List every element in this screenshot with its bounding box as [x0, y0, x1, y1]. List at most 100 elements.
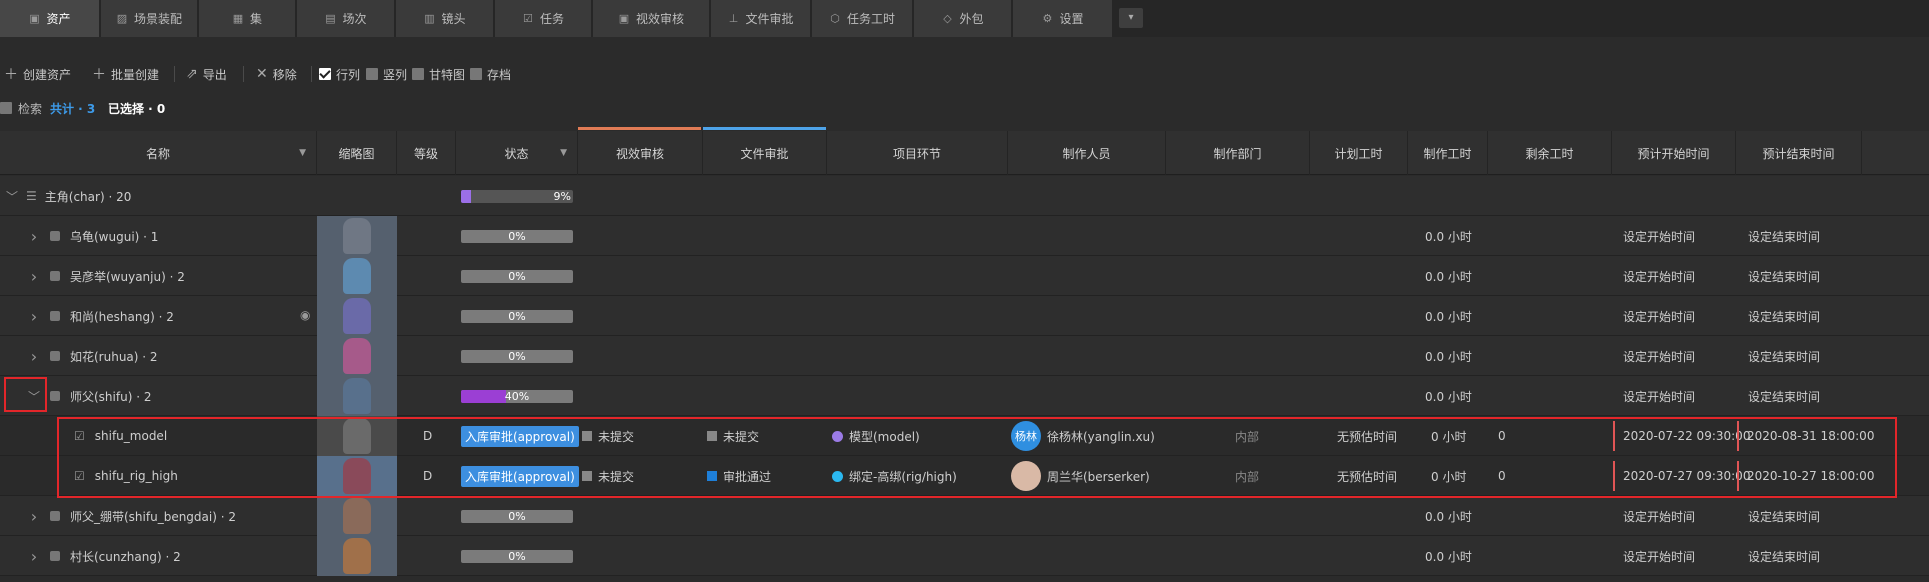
- sort-down-icon[interactable]: ▼: [299, 148, 306, 158]
- tab-2[interactable]: ▦ 集: [199, 0, 296, 37]
- tab-8[interactable]: ⬡ 任务工时: [812, 0, 913, 37]
- asset-row[interactable]: ﹀ 师父(shifu) · 2 40% 0.0 小时 设定开始时间 设定结束时间: [0, 376, 1929, 416]
- eye-icon[interactable]: ◉: [300, 308, 310, 322]
- tab-9[interactable]: ◇ 外包: [914, 0, 1012, 37]
- tab-1[interactable]: ▨ 场景装配: [101, 0, 198, 37]
- chevron-right-icon[interactable]: ›: [28, 307, 40, 326]
- progress-label: 0%: [508, 270, 526, 283]
- chevron-right-icon[interactable]: ›: [28, 507, 40, 526]
- thumbnail[interactable]: [317, 376, 397, 416]
- file-approval-accent: [703, 127, 826, 130]
- end-time-link[interactable]: 设定结束时间: [1748, 256, 1820, 296]
- progress-label: 0%: [508, 230, 526, 243]
- end-time-link[interactable]: 设定结束时间: [1748, 496, 1820, 536]
- search-checkbox[interactable]: [0, 102, 12, 114]
- view-gantt-label: 甘特图: [429, 67, 466, 82]
- create-asset-label: 创建资产: [23, 67, 72, 82]
- end-time-link[interactable]: 设定结束时间: [1748, 536, 1820, 576]
- view-row-checkbox[interactable]: [319, 68, 331, 80]
- clock-icon: ⬡: [830, 11, 840, 25]
- asset-row[interactable]: › 村长(cunzhang) · 2 0% 0.0 小时 设定开始时间 设定结束时间: [0, 536, 1929, 576]
- sort-down-icon[interactable]: ▼: [560, 148, 567, 158]
- start-time-link[interactable]: 设定开始时间: [1623, 296, 1695, 336]
- column-header-8[interactable]: 制作部门: [1166, 131, 1310, 175]
- thumbnail[interactable]: [317, 496, 397, 536]
- group-row[interactable]: ﹀ ☰ 主角(char) · 20 9%: [0, 176, 1929, 216]
- thumbnail[interactable]: [317, 256, 397, 296]
- column-header-0[interactable]: 名称 ▼: [0, 131, 317, 175]
- export-label: 导出: [202, 67, 227, 82]
- start-time-link[interactable]: 设定开始时间: [1623, 216, 1695, 256]
- column-header-5[interactable]: 文件审批: [703, 131, 827, 175]
- film-icon: ▥: [424, 11, 435, 25]
- end-time-link[interactable]: 设定结束时间: [1748, 336, 1820, 376]
- view-row-toggle[interactable]: 行列: [319, 64, 360, 84]
- search-toggle[interactable]: 检索: [0, 99, 42, 117]
- asset-row[interactable]: › 吴彦举(wuyanju) · 2 0% 0.0 小时 设定开始时间 设定结束时间: [0, 256, 1929, 296]
- tab-label: 资产: [46, 12, 71, 26]
- task-rows-highlight: [57, 417, 1897, 498]
- end-time-link[interactable]: 设定结束时间: [1748, 376, 1820, 416]
- asset-row[interactable]: › 如花(ruhua) · 2 0% 0.0 小时 设定开始时间 设定结束时间: [0, 336, 1929, 376]
- asset-row[interactable]: › 乌龟(wugui) · 1 0% 0.0 小时 设定开始时间 设定结束时间: [0, 216, 1929, 256]
- view-gantt-toggle[interactable]: 甘特图: [412, 64, 465, 84]
- column-header-6[interactable]: 项目环节: [827, 131, 1008, 175]
- remove-button[interactable]: ✕ 移除: [256, 64, 297, 84]
- thumbnail[interactable]: [317, 536, 397, 576]
- column-header-2[interactable]: 等级: [397, 131, 456, 175]
- start-time-link[interactable]: 设定开始时间: [1623, 256, 1695, 296]
- chevron-right-icon[interactable]: ›: [28, 547, 40, 566]
- progress-label: 0%: [508, 310, 526, 323]
- tab-label: 设置: [1059, 12, 1084, 26]
- tab-10[interactable]: ⚙ 设置: [1013, 0, 1113, 37]
- lock-icon: [50, 271, 60, 281]
- asset-row[interactable]: › 和尚(heshang) · 2 0% 0.0 小时 设定开始时间 设定结束时间: [0, 296, 1929, 336]
- more-tabs-button[interactable]: ▾: [1119, 8, 1143, 28]
- view-gantt-checkbox[interactable]: [412, 68, 424, 80]
- lock-icon: [50, 311, 60, 321]
- column-header-label: 制作部门: [1213, 146, 1262, 161]
- column-header-10[interactable]: 制作工时: [1408, 131, 1488, 175]
- asset-name-cell: › 师父_绷带(shifu_bengdai) · 2: [28, 496, 236, 536]
- thumbnail[interactable]: [317, 336, 397, 376]
- view-column-toggle[interactable]: 竖列: [366, 64, 407, 84]
- tab-0[interactable]: ▣ 资产: [0, 0, 100, 37]
- chevron-right-icon[interactable]: ›: [28, 347, 40, 366]
- create-asset-button[interactable]: ＋ 创建资产: [4, 64, 71, 84]
- start-time-link[interactable]: 设定开始时间: [1623, 496, 1695, 536]
- batch-create-button[interactable]: ＋ 批量创建: [92, 64, 159, 84]
- start-time-link[interactable]: 设定开始时间: [1623, 536, 1695, 576]
- tab-6[interactable]: ▣ 视效审核: [593, 0, 710, 37]
- column-header-1[interactable]: 缩略图: [317, 131, 397, 175]
- thumbnail[interactable]: [317, 216, 397, 256]
- chevron-right-icon[interactable]: ›: [28, 267, 40, 286]
- view-archive-toggle[interactable]: 存档: [470, 64, 511, 84]
- export-button[interactable]: ⇗ 导出: [186, 64, 227, 84]
- view-column-checkbox[interactable]: [366, 68, 378, 80]
- column-header-11[interactable]: 剩余工时: [1488, 131, 1612, 175]
- thumbnail[interactable]: [317, 296, 397, 336]
- column-header-7[interactable]: 制作人员: [1008, 131, 1166, 175]
- search-label: 检索: [18, 101, 43, 116]
- column-header-12[interactable]: 预计开始时间: [1612, 131, 1736, 175]
- column-header-4[interactable]: 视效审核: [578, 131, 703, 175]
- character-figure: [343, 218, 371, 254]
- end-time-link[interactable]: 设定结束时间: [1748, 216, 1820, 256]
- lock-icon: [50, 511, 60, 521]
- column-header-9[interactable]: 计划工时: [1310, 131, 1408, 175]
- view-archive-checkbox[interactable]: [470, 68, 482, 80]
- tab-4[interactable]: ▥ 镜头: [396, 0, 494, 37]
- column-header-13[interactable]: 预计结束时间: [1736, 131, 1862, 175]
- chevron-right-icon[interactable]: ›: [28, 227, 40, 246]
- tab-7[interactable]: ⊥ 文件审批: [711, 0, 811, 37]
- column-header-3[interactable]: 状态 ▼: [456, 131, 578, 175]
- start-time-link[interactable]: 设定开始时间: [1623, 376, 1695, 416]
- start-time-link[interactable]: 设定开始时间: [1623, 336, 1695, 376]
- work-hours: 0.0 小时: [1425, 269, 1472, 284]
- asset-label: 村长(cunzhang) · 2: [70, 549, 181, 564]
- tab-3[interactable]: ▤ 场次: [297, 0, 395, 37]
- asset-row[interactable]: › 师父_绷带(shifu_bengdai) · 2 0% 0.0 小时 设定开始时间 设…: [0, 496, 1929, 536]
- chevron-down-icon[interactable]: ﹀: [6, 188, 18, 205]
- tab-5[interactable]: ☑ 任务: [495, 0, 592, 37]
- end-time-link[interactable]: 设定结束时间: [1748, 296, 1820, 336]
